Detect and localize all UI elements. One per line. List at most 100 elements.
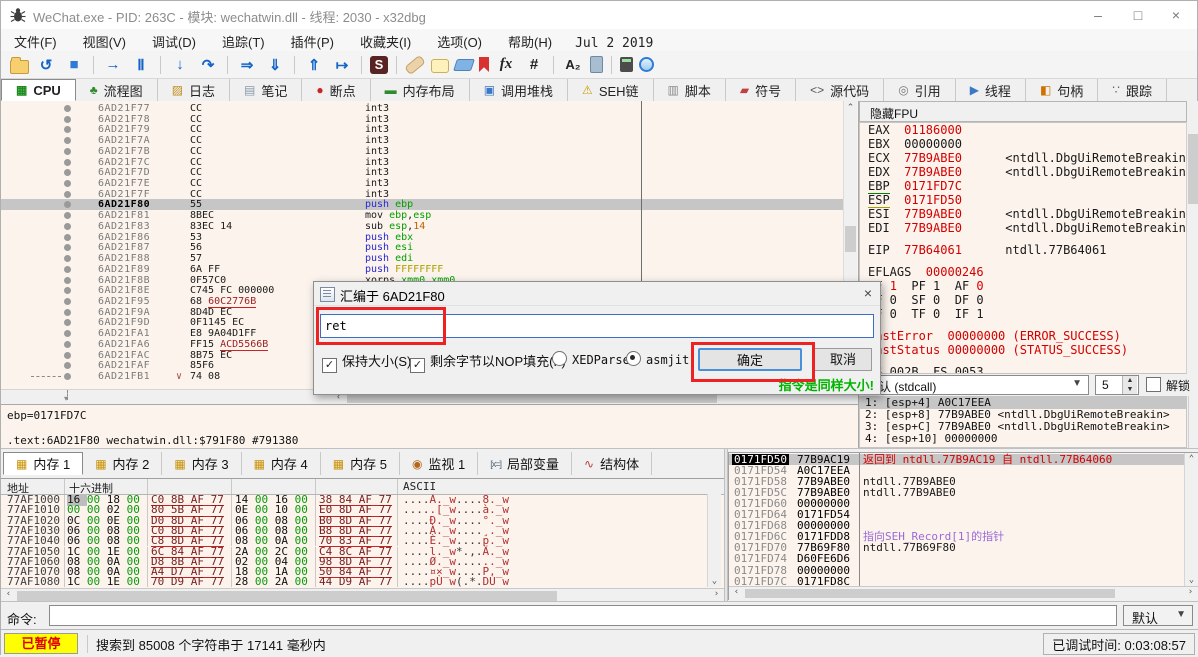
dialog-radio-xedparse[interactable]: XEDParse [552, 351, 630, 367]
menu-文件F[interactable]: 文件(F) [1, 29, 70, 51]
tab-graph[interactable]: ♣流程图 [76, 79, 158, 101]
disasm-row[interactable]: 6AD21F818BECmov ebp,esp [1, 210, 846, 221]
stack-row[interactable]: 0171FD74D60FE6D6 [729, 553, 1184, 564]
execute-till-return-icon[interactable]: ⇑ [303, 54, 325, 76]
register-line[interactable]: GS 002B FS 0053 [860, 365, 1186, 374]
calculator-icon[interactable] [620, 57, 633, 72]
scroll-up-arrow[interactable]: ⌃ [844, 102, 857, 113]
tab-log[interactable]: ▨日志 [158, 79, 230, 101]
unlock-checkbox[interactable]: 解锁 [1146, 377, 1190, 394]
scroll-down-arrow[interactable]: ⌄ [708, 576, 721, 586]
register-line[interactable]: LastError 00000000 (ERROR_SUCCESS) [860, 329, 1186, 343]
registers-vscrollbar[interactable] [1186, 122, 1198, 374]
tab-symbols[interactable]: ▰符号 [726, 79, 796, 101]
tab-references[interactable]: ◎引用 [884, 79, 956, 101]
stack-row[interactable]: 0171FD7C0171FD8C [729, 576, 1184, 586]
arguments-vscrollbar[interactable] [1188, 396, 1198, 448]
stack-row[interactable]: 0171FD7800000000 [729, 565, 1184, 576]
hide-fpu-button[interactable]: 隐藏FPU [859, 101, 1187, 122]
tab-memory-map[interactable]: ▬内存布局 [371, 79, 470, 101]
bottom-tab-dump-4[interactable]: ▦内存 4 [242, 452, 321, 475]
bottom-tab-locals[interactable]: [x=]局部变量 [478, 452, 572, 475]
calling-convention-combo[interactable]: 默认 (stdcall)▼ [861, 375, 1089, 395]
dialog-checkbox[interactable]: ✓剩余字节以NOP填充(F) [410, 351, 566, 373]
ok-button[interactable]: 确定 [698, 348, 802, 371]
menu-调试D[interactable]: 调试(D) [139, 29, 209, 51]
register-line[interactable]: EIP 77B64061 ntdll.77B64061 [860, 243, 1186, 257]
menu-插件P[interactable]: 插件(P) [278, 29, 347, 51]
intermodular-calls-icon[interactable] [590, 56, 603, 73]
scroll-right-arrow[interactable]: › [710, 589, 723, 599]
scroll-right-arrow[interactable]: › [1184, 587, 1197, 597]
bottom-tab-dump-3[interactable]: ▦内存 3 [162, 452, 241, 475]
tab-notes[interactable]: ▤笔记 [230, 79, 302, 101]
tab-seh[interactable]: ⚠SEH链 [568, 79, 654, 101]
stack-pane[interactable]: 0171FD5077B9AC19返回到 ntdll.77B9AC19 自 ntd… [728, 452, 1198, 600]
register-line[interactable]: ESI 77B9ABE0 <ntdll.DbgUiRemoteBreakin> [860, 207, 1186, 221]
checkbox-icon[interactable]: ✓ [322, 358, 337, 373]
register-line[interactable]: EFLAGS 00000246 [860, 265, 1186, 279]
scroll-thumb[interactable] [1188, 134, 1198, 204]
settings-globe-icon[interactable] [639, 57, 654, 72]
register-line[interactable]: OF 0 SF 0 DF 0 [860, 293, 1186, 307]
call-argument-row[interactable]: 4: [esp+10] 00000000 [860, 433, 1186, 445]
bookmarks-icon[interactable] [479, 57, 489, 72]
restart-icon[interactable]: ↺ [35, 54, 57, 76]
bottom-tab-dump-5[interactable]: ▦内存 5 [321, 452, 400, 475]
menu-收藏夹I[interactable]: 收藏夹(I) [347, 29, 424, 51]
tab-cpu[interactable]: ▦CPU [1, 79, 76, 101]
pause-icon[interactable]: Ⅱ [130, 54, 152, 76]
call-arguments-list[interactable]: 1: [esp+4] A0C17EEA2: [esp+8] 77B9ABE0 <… [859, 396, 1187, 448]
disasm-row[interactable]: 6AD21F896A FFpush FFFFFFFF [1, 264, 846, 275]
spin-buttons[interactable]: ▲▼ [1122, 376, 1137, 394]
disasm-row[interactable]: 6AD21F7FCCint3 [1, 189, 846, 200]
scroll-up-arrow[interactable]: ⌃ [1185, 454, 1198, 464]
scroll-down-arrow[interactable]: ⌄ [1185, 575, 1198, 585]
functions-icon[interactable]: fx [495, 54, 517, 76]
scroll-thumb[interactable] [745, 589, 1115, 598]
snowman-icon[interactable]: # [523, 54, 545, 76]
arg-count-spinner[interactable]: 5▲▼ [1095, 375, 1139, 395]
stack-hscrollbar[interactable]: ‹ › [729, 586, 1198, 600]
scroll-left-arrow[interactable]: ‹ [2, 589, 15, 599]
string-references-icon[interactable]: A₂ [562, 54, 584, 76]
stack-vscrollbar[interactable]: ⌃ ⌄ [1184, 453, 1198, 586]
step-out-icon[interactable]: ⇓ [264, 54, 286, 76]
scroll-thumb[interactable] [845, 226, 856, 252]
dialog-checkbox[interactable]: ✓保持大小(S) [322, 351, 411, 373]
register-line[interactable]: EAX 01186000 [860, 123, 1186, 137]
disasm-row[interactable]: 6AD21F7CCCint3 [1, 157, 846, 168]
tab-source[interactable]: <>源代码 [796, 79, 884, 101]
disasm-row[interactable]: 6AD21F78CCint3 [1, 114, 846, 125]
dialog-close-icon[interactable]: × [864, 285, 872, 301]
bottom-tab-watch-1[interactable]: ◉监视 1 [400, 452, 478, 475]
run-to-cursor-icon[interactable]: ⇒ [236, 54, 258, 76]
menu-追踪T[interactable]: 追踪(T) [209, 29, 278, 51]
checkbox-icon[interactable]: ✓ [410, 358, 425, 373]
patch-icon[interactable] [404, 54, 426, 75]
disasm-row[interactable]: 6AD21F8383EC 14sub esp,14 [1, 221, 846, 232]
disasm-row[interactable]: 6AD21F8055push ebp [1, 199, 846, 210]
scroll-thumb[interactable] [17, 591, 557, 601]
tab-script[interactable]: ▥脚本 [654, 79, 726, 101]
tab-trace[interactable]: ∵跟踪 [1098, 79, 1167, 101]
menu-视图V[interactable]: 视图(V) [70, 29, 139, 51]
menu-选项O[interactable]: 选项(O) [424, 29, 495, 51]
register-line[interactable]: ZF 1 PF 1 AF 0 [860, 279, 1186, 293]
run-icon[interactable]: → [102, 54, 124, 76]
bottom-tab-struct[interactable]: ∿结构体 [572, 452, 652, 475]
bottom-tab-dump-2[interactable]: ▦内存 2 [83, 452, 162, 475]
dump-vscrollbar[interactable]: ⌄ [707, 494, 721, 587]
cancel-button[interactable]: 取消 [814, 348, 872, 371]
command-script-combo[interactable]: 默认▼ [1123, 605, 1193, 626]
disasm-row[interactable]: 6AD21F7ACCint3 [1, 135, 846, 146]
register-line[interactable]: LastStatus 00000000 (STATUS_SUCCESS) [860, 343, 1186, 357]
menu-帮助H[interactable]: 帮助(H) [495, 29, 565, 51]
dump-row[interactable]: 77AF10801C 00 1E 0070 D9 AF 7728 00 2A 0… [1, 577, 705, 587]
tab-call-stack[interactable]: ▣调用堆栈 [470, 79, 568, 101]
disasm-row[interactable]: 6AD21F8653push ebx [1, 232, 846, 243]
registers-list[interactable]: EAX 01186000EBX 00000000ECX 77B9ABE0 <nt… [859, 122, 1187, 374]
register-line[interactable]: EBP 0171FD7C [860, 179, 1186, 193]
command-input[interactable] [49, 605, 1117, 626]
comments-icon[interactable] [431, 59, 449, 73]
